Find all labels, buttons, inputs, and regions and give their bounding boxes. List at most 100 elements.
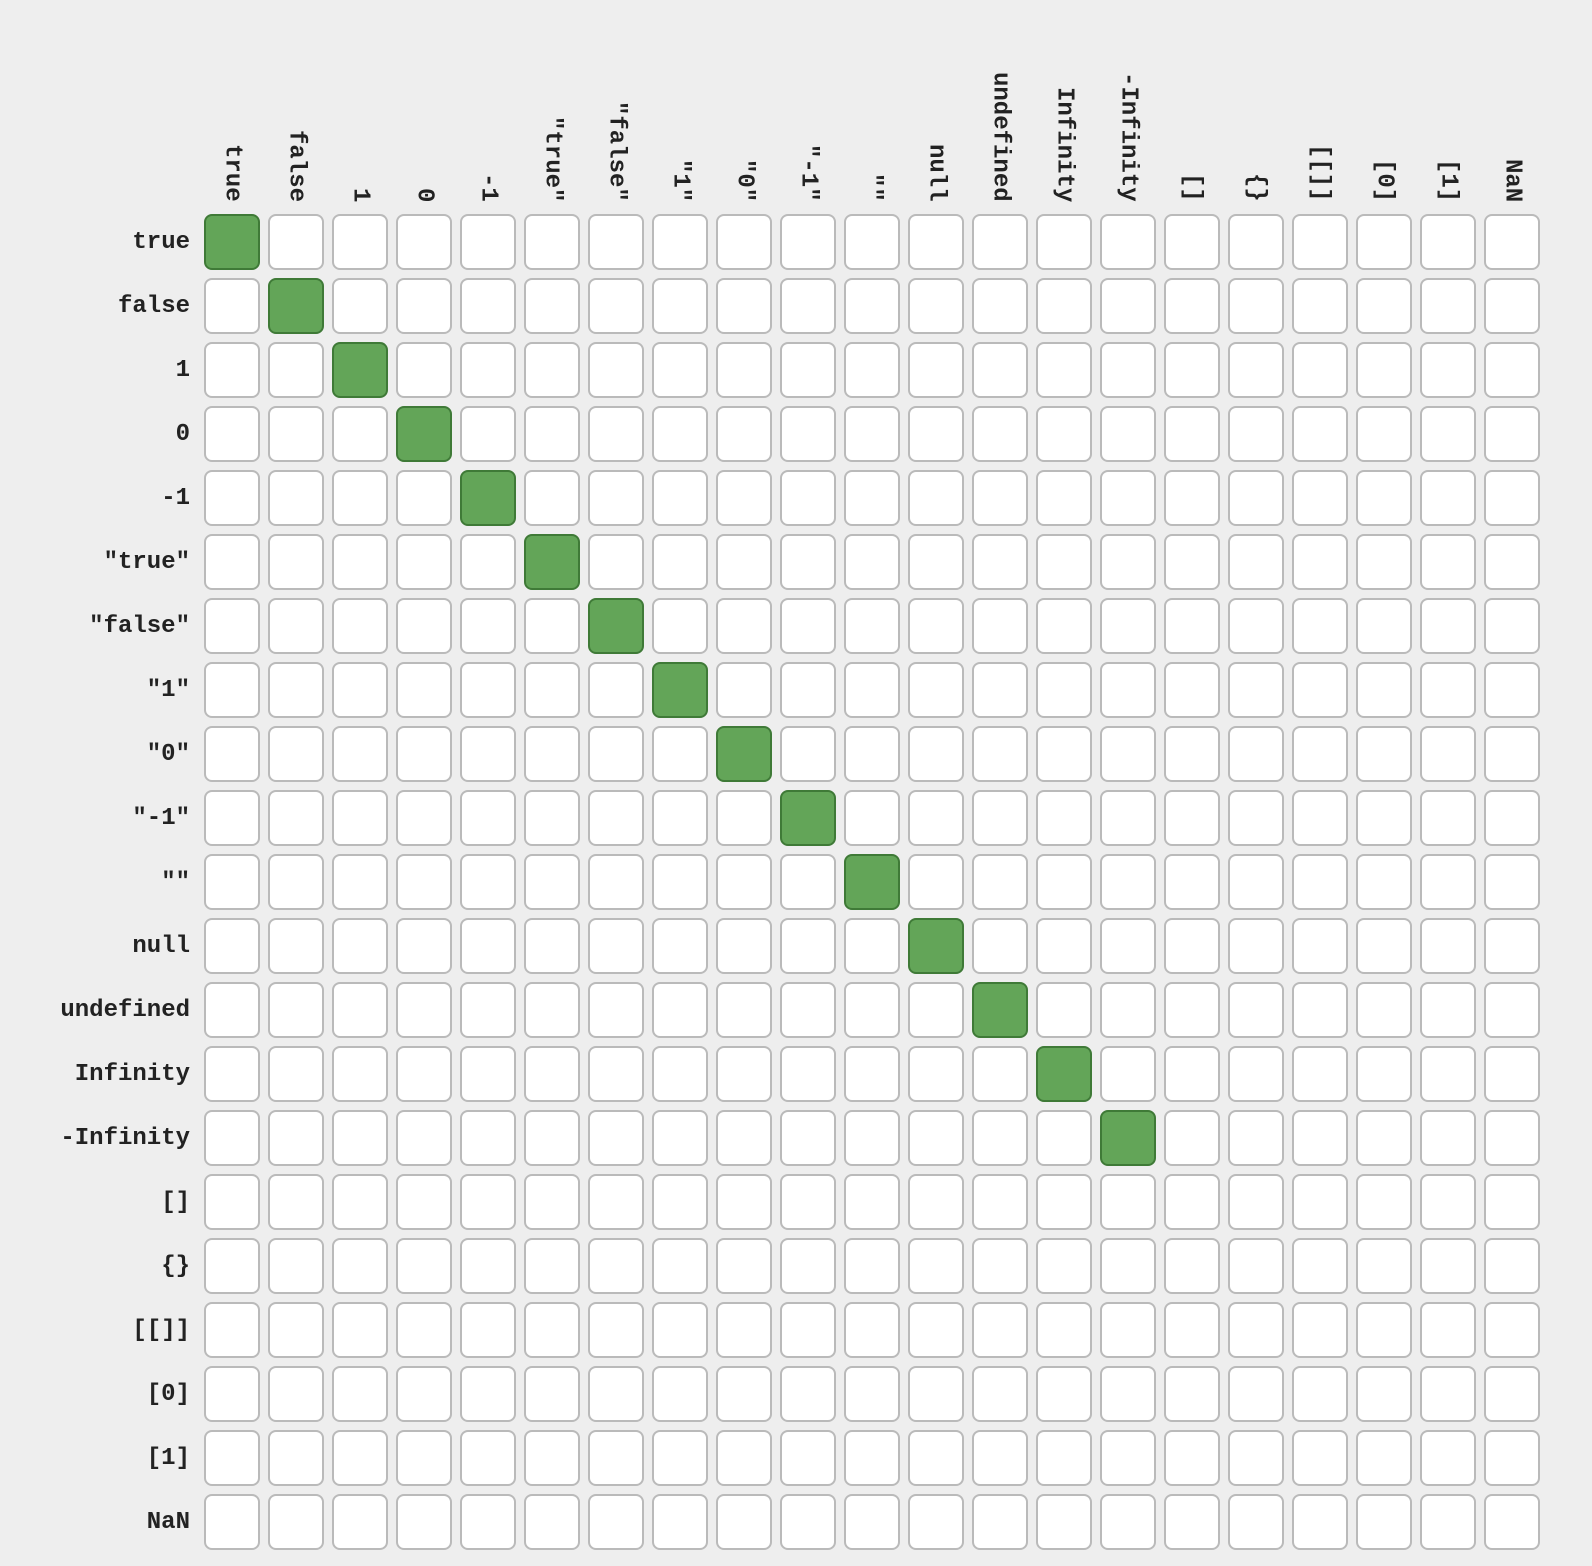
cell-false bbox=[524, 1494, 580, 1550]
cell-false bbox=[1228, 982, 1284, 1038]
cell-false bbox=[524, 982, 580, 1038]
cell-false bbox=[1484, 406, 1540, 462]
cell bbox=[456, 530, 520, 594]
cell bbox=[776, 466, 840, 530]
cell bbox=[328, 1234, 392, 1298]
cell-false bbox=[268, 1110, 324, 1166]
cell bbox=[264, 1426, 328, 1490]
cell-false bbox=[972, 1494, 1028, 1550]
cell bbox=[456, 1298, 520, 1362]
cell-false bbox=[588, 1110, 644, 1166]
table-row: -Infinity bbox=[0, 1106, 1544, 1170]
cell-false bbox=[204, 662, 260, 718]
cell bbox=[904, 978, 968, 1042]
cell-false bbox=[204, 1366, 260, 1422]
cell bbox=[200, 1426, 264, 1490]
cell bbox=[968, 530, 1032, 594]
cell bbox=[1480, 338, 1544, 402]
column-header-label: null bbox=[923, 144, 950, 202]
cell bbox=[1416, 338, 1480, 402]
cell bbox=[584, 338, 648, 402]
cell-false bbox=[204, 534, 260, 590]
cell-false bbox=[1420, 1494, 1476, 1550]
cell-false bbox=[460, 1110, 516, 1166]
cell-false bbox=[844, 406, 900, 462]
cell bbox=[264, 722, 328, 786]
cell-false bbox=[524, 598, 580, 654]
cell bbox=[1480, 466, 1544, 530]
column-header: "false" bbox=[584, 30, 648, 210]
cell-false bbox=[1420, 278, 1476, 334]
cell-false bbox=[204, 278, 260, 334]
cell bbox=[200, 1106, 264, 1170]
cell bbox=[1288, 914, 1352, 978]
cell bbox=[328, 210, 392, 274]
cell bbox=[904, 722, 968, 786]
cell-false bbox=[268, 1046, 324, 1102]
cell bbox=[1224, 1426, 1288, 1490]
cell-false bbox=[204, 790, 260, 846]
cell-false bbox=[844, 662, 900, 718]
cell bbox=[1352, 658, 1416, 722]
cell bbox=[840, 1106, 904, 1170]
cell bbox=[904, 1106, 968, 1170]
cell bbox=[1416, 1426, 1480, 1490]
cell-false bbox=[1356, 278, 1412, 334]
table-row: false bbox=[0, 274, 1544, 338]
cell bbox=[712, 338, 776, 402]
cell bbox=[392, 1298, 456, 1362]
cell-false bbox=[908, 278, 964, 334]
cell-false bbox=[972, 278, 1028, 334]
cell bbox=[328, 466, 392, 530]
cell bbox=[648, 658, 712, 722]
cell bbox=[968, 338, 1032, 402]
cell bbox=[1480, 1170, 1544, 1234]
cell bbox=[1032, 658, 1096, 722]
cell bbox=[776, 786, 840, 850]
cell-false bbox=[1100, 1238, 1156, 1294]
cell bbox=[968, 210, 1032, 274]
cell bbox=[392, 466, 456, 530]
cell-false bbox=[1484, 982, 1540, 1038]
cell-false bbox=[716, 470, 772, 526]
cell bbox=[1416, 594, 1480, 658]
cell-false bbox=[1484, 214, 1540, 270]
column-header: null bbox=[904, 30, 968, 210]
cell-false bbox=[780, 342, 836, 398]
cell bbox=[904, 850, 968, 914]
cell-true bbox=[524, 534, 580, 590]
table-row: "1" bbox=[0, 658, 1544, 722]
cell bbox=[1160, 1426, 1224, 1490]
cell-false bbox=[1484, 1046, 1540, 1102]
row-header: [0] bbox=[0, 1362, 200, 1426]
cell-false bbox=[652, 534, 708, 590]
cell-false bbox=[1292, 982, 1348, 1038]
cell-false bbox=[652, 278, 708, 334]
cell bbox=[200, 658, 264, 722]
cell-false bbox=[972, 1238, 1028, 1294]
table-row: "false" bbox=[0, 594, 1544, 658]
row-header-label: -1 bbox=[161, 485, 190, 512]
cell bbox=[1224, 210, 1288, 274]
row-header: "true" bbox=[0, 530, 200, 594]
cell-false bbox=[1228, 278, 1284, 334]
cell-false bbox=[1100, 1046, 1156, 1102]
column-header: [0] bbox=[1352, 30, 1416, 210]
cell bbox=[456, 1042, 520, 1106]
cell-false bbox=[1356, 1430, 1412, 1486]
cell bbox=[456, 786, 520, 850]
cell-false bbox=[460, 534, 516, 590]
cell bbox=[328, 1490, 392, 1554]
cell-false bbox=[396, 982, 452, 1038]
cell-false bbox=[652, 1046, 708, 1102]
cell bbox=[904, 210, 968, 274]
cell bbox=[392, 338, 456, 402]
cell-false bbox=[332, 1110, 388, 1166]
cell bbox=[1352, 978, 1416, 1042]
column-header-label: -1 bbox=[475, 173, 502, 202]
cell-false bbox=[1292, 214, 1348, 270]
cell-false bbox=[460, 854, 516, 910]
cell bbox=[1160, 594, 1224, 658]
cell bbox=[392, 1426, 456, 1490]
cell bbox=[264, 1170, 328, 1234]
